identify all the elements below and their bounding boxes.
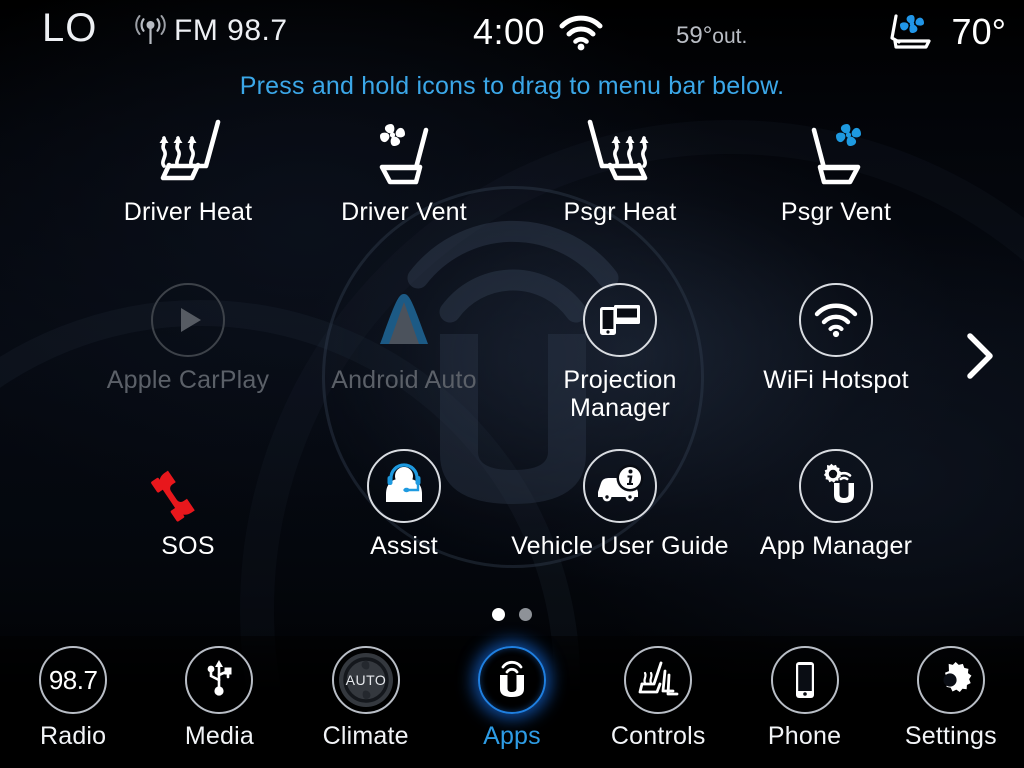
menu-item-radio[interactable]: 98.7 Radio <box>9 646 137 751</box>
app-tile-wifi-hotspot[interactable]: WiFi Hotspot <box>726 280 946 394</box>
app-tile-android-auto[interactable]: Android Auto <box>294 280 514 394</box>
menu-item-label: Controls <box>610 722 706 750</box>
radio-status[interactable]: FM 98.7 <box>135 14 288 48</box>
app-grid: Driver Heat Driver Vent Psgr Heat Psgr V… <box>0 108 1024 603</box>
sos-phone-icon <box>149 446 227 526</box>
next-page-button[interactable] <box>960 330 1000 382</box>
cabin-temp-label: 70° <box>951 11 1006 52</box>
wifi-hotspot-icon <box>799 280 873 360</box>
app-tile-label: SOS <box>161 532 215 560</box>
phone-handset-icon <box>795 662 814 698</box>
menu-item-apps[interactable]: Apps <box>448 646 576 751</box>
cabin-climate-status[interactable]: 70° <box>886 10 1006 54</box>
broadcast-icon <box>135 15 166 44</box>
app-tile-vehicle-user-guide[interactable]: Vehicle User Guide <box>510 446 730 560</box>
icon-ring <box>583 283 657 357</box>
app-tile-label: Apple CarPlay <box>106 366 270 394</box>
clock-label: 4:00 <box>473 11 546 52</box>
radio-frequency-icon: 98.7 <box>39 646 108 714</box>
fan-blades <box>899 15 924 33</box>
menu-item-label: Radio <box>39 722 107 750</box>
app-tile-sos[interactable]: SOS <box>78 446 298 560</box>
app-tile-label: Assist <box>370 532 438 560</box>
bottom-menu-bar: 98.7 Radio Media AUTO Climate Apps Contr… <box>0 636 1024 768</box>
icon-ring <box>799 449 873 523</box>
menu-item-settings[interactable]: Settings <box>887 646 1015 751</box>
uconnect-screen: LO FM 98.7 4:00 59°out. 70° Press and ho… <box>0 0 1024 768</box>
outside-temp-suffix: out. <box>712 25 748 48</box>
menu-item-label: Phone <box>767 722 842 750</box>
seat-vent-left-icon <box>358 112 450 192</box>
app-manager-icon <box>799 446 873 526</box>
outside-temperature: 59°out. <box>676 22 747 50</box>
page-indicator[interactable] <box>0 608 1024 621</box>
app-tile-label: Android Auto <box>331 366 477 394</box>
fan-ring-graphic: AUTO <box>338 653 393 707</box>
app-tile-apple-carplay[interactable]: Apple CarPlay <box>78 280 298 394</box>
app-tile-label: App Manager <box>759 532 913 560</box>
menu-item-climate[interactable]: AUTO Climate <box>302 646 430 751</box>
icon-ring <box>185 646 254 714</box>
vehicle-user-guide-icon <box>583 446 657 526</box>
climate-mode-indicator: LO <box>42 6 98 50</box>
seat-heat-left-icon <box>142 112 234 192</box>
outside-temp-value: 59° <box>676 22 713 49</box>
chevron-right-icon <box>967 333 993 379</box>
app-tile-label: Driver Vent <box>341 198 467 226</box>
usb-icon <box>208 660 232 696</box>
page-dot-2[interactable] <box>519 608 532 621</box>
app-tile-label: Vehicle User Guide <box>511 532 729 560</box>
fan-blades <box>380 124 405 146</box>
icon-ring <box>799 283 873 357</box>
menu-item-label: Media <box>184 722 254 750</box>
app-tile-driver-vent[interactable]: Driver Vent <box>294 112 514 226</box>
apple-carplay-icon <box>151 280 225 360</box>
app-tile-label: Driver Heat <box>123 198 253 226</box>
page-dot-1[interactable] <box>492 608 505 621</box>
app-tile-label: WiFi Hotspot <box>763 366 909 394</box>
app-tile-label: Projection Manager <box>563 366 677 422</box>
assist-headset-icon <box>367 446 441 526</box>
seat-controls-icon <box>638 661 679 696</box>
wifi-icon <box>559 15 603 51</box>
radio-band-label: FM 98.7 <box>174 14 288 47</box>
fan-blades <box>836 124 861 146</box>
menu-item-label: Settings <box>904 722 997 750</box>
climate-auto-label: AUTO <box>345 672 386 688</box>
icon-ring <box>583 449 657 523</box>
app-tile-label: Psgr Vent <box>780 198 892 226</box>
seat-vent-right-icon <box>790 112 882 192</box>
menu-item-label: Apps <box>483 722 541 750</box>
app-tile-driver-heat[interactable]: Driver Heat <box>78 112 298 226</box>
menu-item-media[interactable]: Media <box>155 646 283 751</box>
icon-ring <box>624 646 693 714</box>
menu-item-label: Climate <box>322 722 409 750</box>
radio-frequency-value: 98.7 <box>48 664 98 695</box>
menu-item-phone[interactable]: Phone <box>741 646 869 751</box>
seat-fan-icon <box>889 14 931 49</box>
climate-auto-icon: AUTO <box>331 646 400 714</box>
projection-manager-icon <box>583 280 657 360</box>
app-tile-psgr-heat[interactable]: Psgr Heat <box>510 112 730 226</box>
app-tile-psgr-vent[interactable]: Psgr Vent <box>726 112 946 226</box>
android-auto-icon <box>363 280 445 360</box>
gear-icon <box>943 661 972 693</box>
icon-ring <box>770 646 839 714</box>
icon-ring <box>916 646 985 714</box>
uconnect-u-icon <box>477 646 546 714</box>
seat-heat-right-icon <box>574 112 666 192</box>
app-tile-app-manager[interactable]: App Manager <box>726 446 946 560</box>
menu-item-controls[interactable]: Controls <box>594 646 722 751</box>
icon-ring <box>151 283 225 357</box>
app-tile-assist[interactable]: Assist <box>294 446 514 560</box>
status-bar: LO FM 98.7 4:00 59°out. 70° <box>0 0 1024 62</box>
drag-hint-text: Press and hold icons to drag to menu bar… <box>239 72 785 100</box>
gear-icon <box>823 463 842 483</box>
app-tile-projection-manager[interactable]: Projection Manager <box>510 280 730 422</box>
icon-ring <box>367 449 441 523</box>
clock-and-wifi: 4:00 <box>473 11 605 53</box>
app-tile-label: Psgr Heat <box>563 198 677 226</box>
